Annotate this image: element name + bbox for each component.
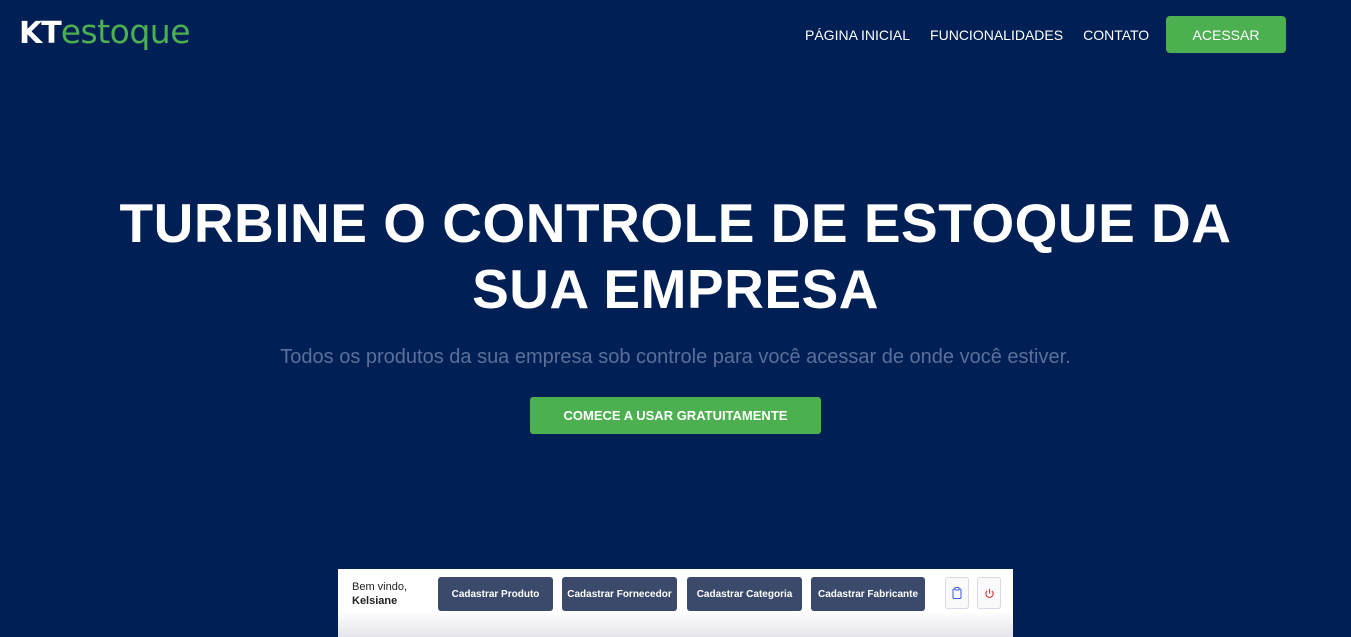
- nav-contact[interactable]: CONTATO: [1083, 27, 1149, 43]
- welcome-text: Bem vindo,: [352, 581, 408, 593]
- add-category-button[interactable]: Cadastrar Categoria: [687, 577, 802, 611]
- hero-title-line-1: TURBINE O CONTROLE DE ESTOQUE DA: [119, 192, 1232, 254]
- nav-features[interactable]: FUNCIONALIDADES: [930, 27, 1063, 43]
- clipboard-icon[interactable]: [945, 577, 969, 609]
- power-icon-svg: [984, 588, 994, 598]
- add-manufacturer-button[interactable]: Cadastrar Fabricante: [811, 577, 925, 611]
- logo-kt: KT: [19, 16, 62, 51]
- clipboard-icon-svg: [952, 587, 962, 599]
- add-product-button[interactable]: Cadastrar Produto: [438, 577, 553, 611]
- hero-title: TURBINE O CONTROLE DE ESTOQUE DA SUA EMP…: [0, 190, 1351, 322]
- add-supplier-button[interactable]: Cadastrar Fornecedor: [562, 577, 677, 611]
- user-name: Kelsiane: [352, 595, 398, 607]
- landing-page: KT estoque PÁGINA INICIAL FUNCIONALIDADES…: [0, 0, 1351, 637]
- power-icon[interactable]: [977, 577, 1001, 609]
- logo[interactable]: KT estoque: [19, 10, 191, 54]
- access-button[interactable]: ACESSAR: [1166, 16, 1286, 53]
- start-free-button[interactable]: COMECE A USAR GRATUITAMENTE: [530, 397, 821, 434]
- app-preview-screenshot: Bem vindo, Kelsiane Cadastrar Produto Ca…: [338, 569, 1013, 637]
- welcome-message: Bem vindo, Kelsiane: [352, 580, 407, 608]
- logo-estoque: estoque: [60, 12, 191, 51]
- nav-home[interactable]: PÁGINA INICIAL: [805, 27, 910, 43]
- hero-title-line-2: SUA EMPRESA: [472, 258, 879, 320]
- hero-subtitle: Todos os produtos da sua empresa sob con…: [280, 346, 1071, 368]
- main-nav: PÁGINA INICIAL FUNCIONALIDADES CONTATO: [805, 16, 1169, 53]
